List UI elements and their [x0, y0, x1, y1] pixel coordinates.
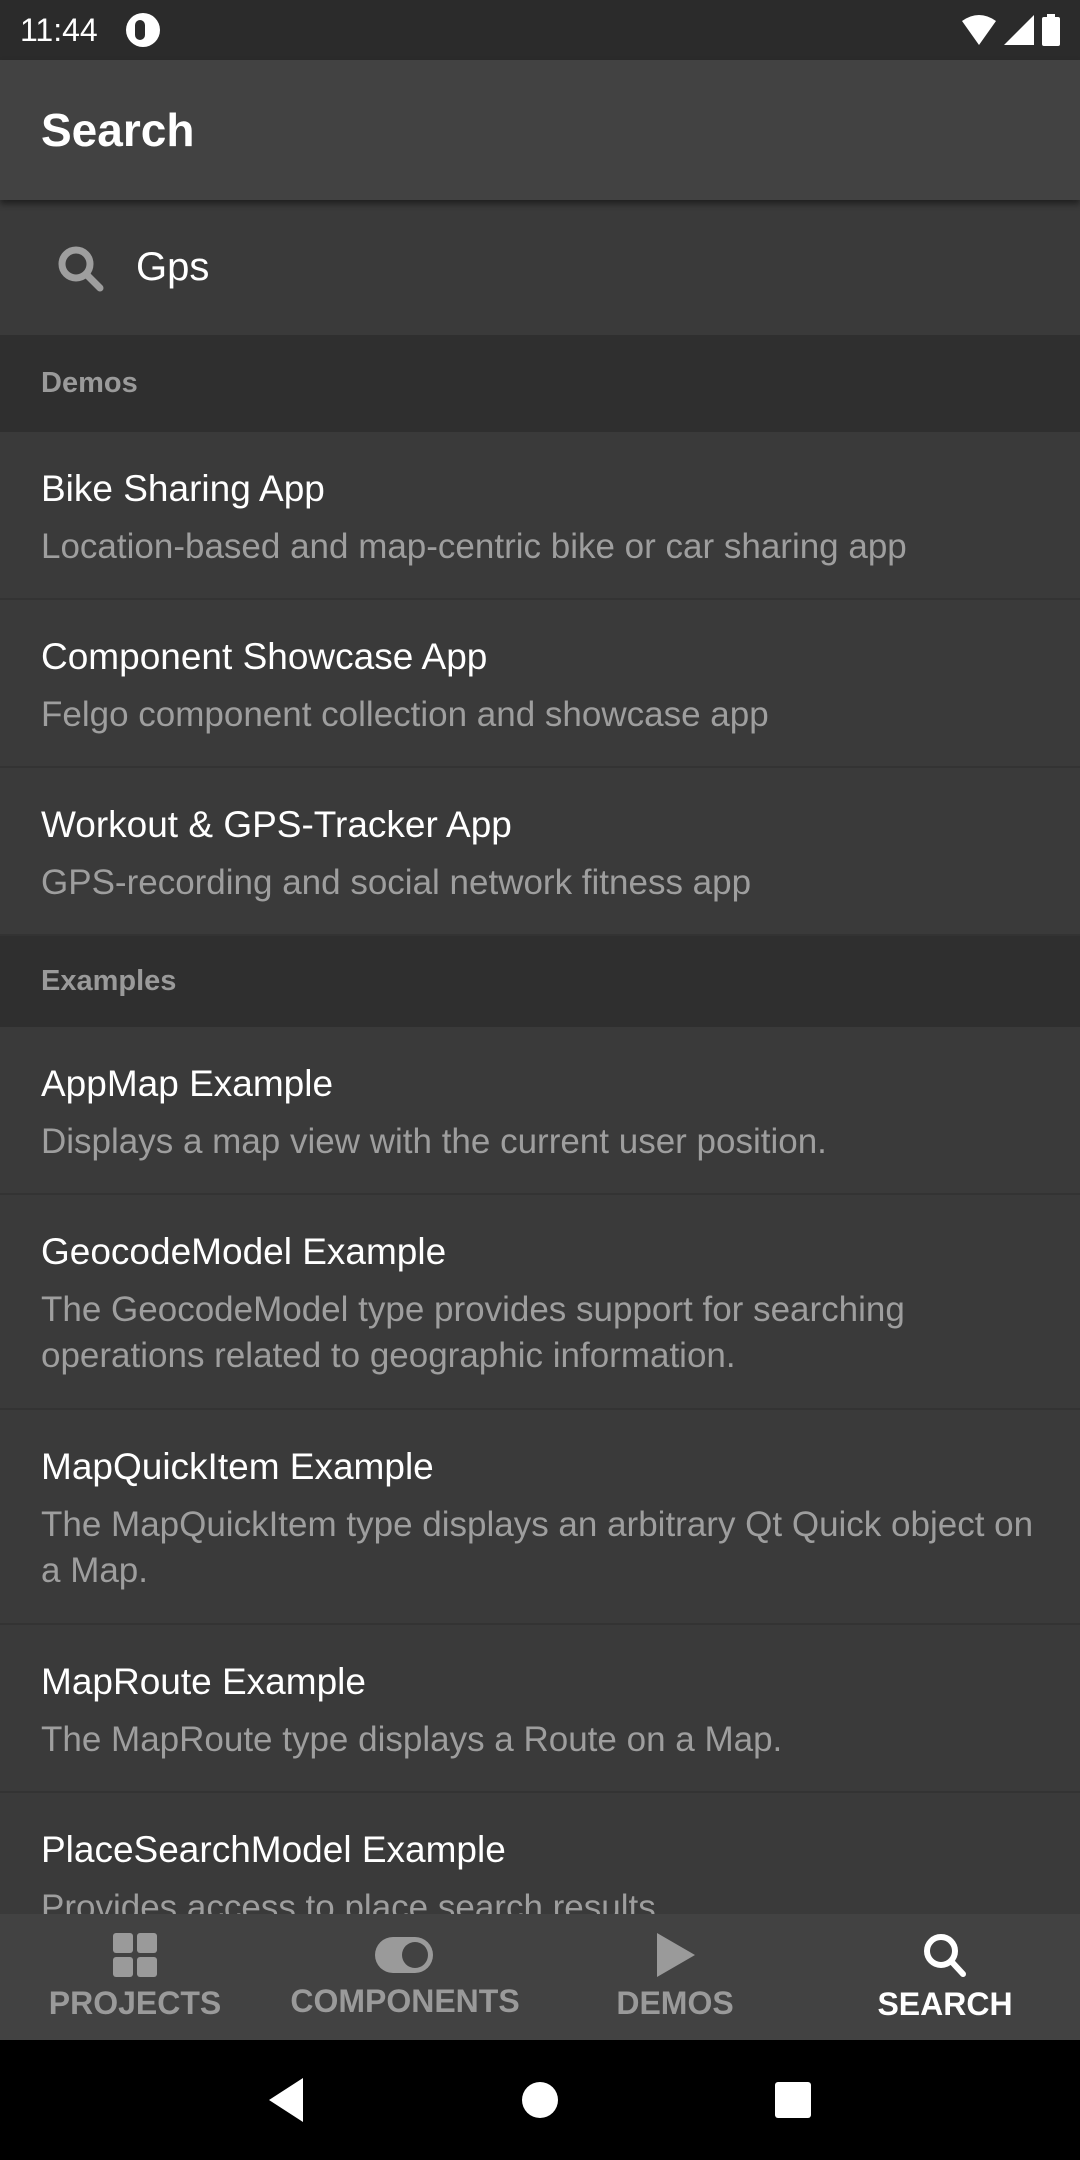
tab-projects[interactable]: PROJECTS — [0, 1914, 270, 2040]
item-title: Bike Sharing App — [41, 468, 325, 509]
home-icon[interactable] — [520, 2080, 560, 2120]
grid-icon — [113, 1932, 157, 1977]
tab-label: DEMOS — [616, 1984, 734, 2021]
battery-icon — [1042, 14, 1060, 46]
search-icon — [924, 1933, 966, 1977]
signal-icon — [1004, 15, 1034, 45]
tab-label: COMPONENTS — [290, 1982, 520, 2019]
list-item[interactable]: AppMap Example Displays a map view with t… — [0, 1027, 1080, 1195]
item-title: MapRoute Example — [41, 1661, 366, 1702]
list-item[interactable]: Bike Sharing App Location-based and map-c… — [0, 432, 1080, 600]
item-subtitle: The MapQuickItem type displays an arbitr… — [41, 1505, 1034, 1590]
item-subtitle: Location-based and map-centric bike or c… — [41, 527, 907, 566]
recents-icon[interactable] — [773, 2080, 813, 2120]
section-header-demos: Demos — [0, 335, 1080, 432]
list-item[interactable]: Workout & GPS-Tracker App GPS-recording a… — [0, 768, 1080, 936]
list-item[interactable]: Component Showcase App Felgo component co… — [0, 600, 1080, 768]
toggle-icon — [375, 1936, 433, 1973]
item-subtitle: GPS-recording and social network fitness… — [41, 863, 752, 902]
tab-label: PROJECTS — [48, 1984, 222, 2021]
status-bar: 11:44 — [0, 0, 1080, 60]
search-input[interactable] — [136, 245, 1036, 290]
list-item[interactable]: MapRoute Example The MapRoute type displa… — [0, 1625, 1080, 1793]
system-navigation-bar — [0, 2040, 1080, 2160]
item-title: GeocodeModel Example — [41, 1231, 447, 1272]
list-item[interactable]: MapQuickItem Example The MapQuickItem typ… — [0, 1410, 1080, 1625]
tab-demos[interactable]: DEMOS — [540, 1914, 810, 2040]
item-title: PlaceSearchModel Example — [41, 1829, 506, 1870]
list-item[interactable]: GeocodeModel Example The GeocodeModel typ… — [0, 1195, 1080, 1410]
status-time: 11:44 — [20, 11, 98, 48]
item-title: AppMap Example — [41, 1063, 334, 1104]
bottom-navigation: PROJECTS COMPONENTS DEMOS SEARCH — [0, 1914, 1080, 2040]
item-subtitle: Displays a map view with the current use… — [41, 1122, 827, 1161]
app-notification-icon — [125, 13, 160, 47]
item-subtitle: Felgo component collection and showcase … — [41, 695, 769, 734]
item-title: Component Showcase App — [41, 636, 488, 677]
item-subtitle: Provides access to place search results. — [41, 1888, 666, 1914]
results-list[interactable]: Demos Bike Sharing App Location-based and… — [0, 335, 1080, 1914]
item-title: MapQuickItem Example — [41, 1446, 434, 1487]
play-icon — [657, 1932, 695, 1977]
wifi-icon — [962, 15, 996, 45]
item-subtitle: The MapRoute type displays a Route on a … — [41, 1720, 783, 1759]
section-header-examples: Examples — [0, 936, 1080, 1027]
search-field[interactable] — [0, 200, 1080, 335]
back-icon[interactable] — [267, 2078, 307, 2122]
page-title: Search — [41, 104, 195, 156]
item-title: Workout & GPS-Tracker App — [41, 804, 512, 845]
list-item[interactable]: PlaceSearchModel Example Provides access … — [0, 1793, 1080, 1914]
app-bar: Search — [0, 60, 1080, 200]
tab-label: SEARCH — [877, 1985, 1013, 2022]
tab-search[interactable]: SEARCH — [810, 1914, 1080, 2040]
item-subtitle: The GeocodeModel type provides support f… — [41, 1290, 905, 1375]
search-icon — [58, 246, 104, 291]
tab-components[interactable]: COMPONENTS — [270, 1914, 540, 2040]
